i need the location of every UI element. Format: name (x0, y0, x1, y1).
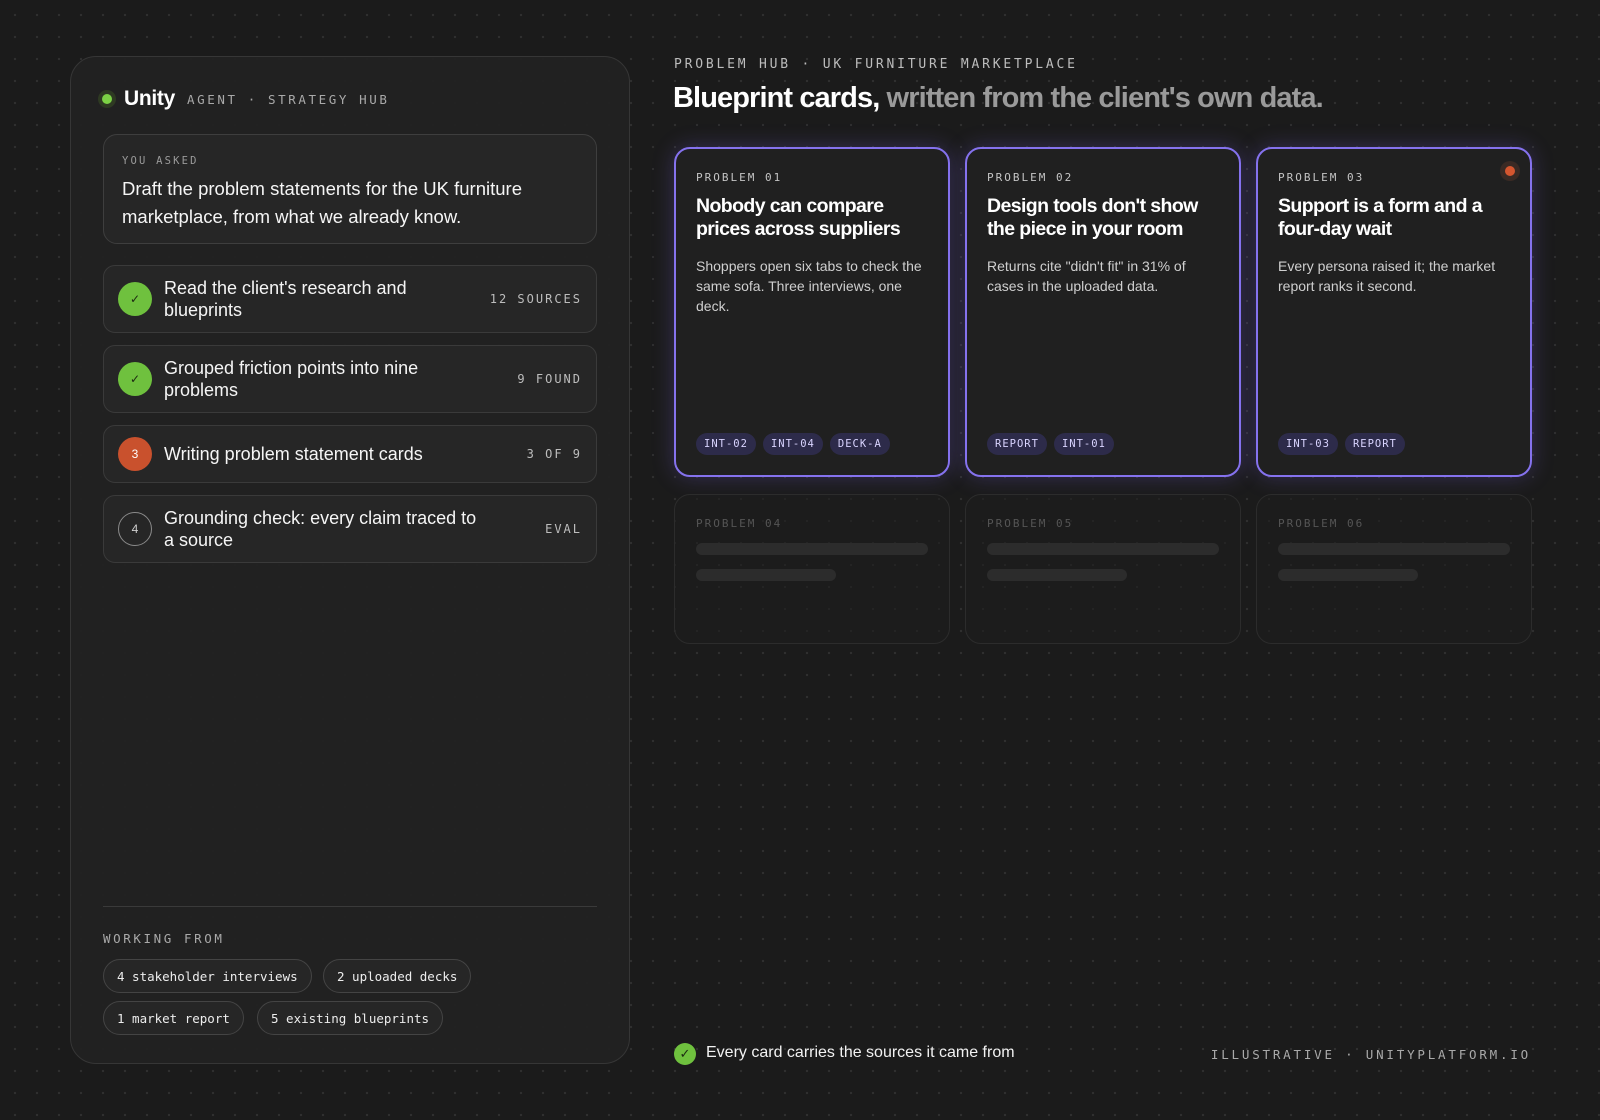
problem-card-placeholder-05: PROBLEM 05 (965, 494, 1241, 644)
problem-card-placeholder-04: PROBLEM 04 (674, 494, 950, 644)
card-title: Nobody can compare prices across supplie… (696, 195, 901, 240)
footer-attribution: ILLUSTRATIVE · UNITYPLATFORM.IO (1210, 1047, 1531, 1062)
source-tag[interactable]: INT-02 (696, 433, 756, 455)
skeleton-line (987, 543, 1219, 555)
problem-card-02[interactable]: PROBLEM 02 Design tools don't show the p… (965, 147, 1241, 477)
source-tag[interactable]: REPORT (987, 433, 1047, 455)
page-eyebrow: PROBLEM HUB · UK FURNITURE MARKETPLACE (674, 57, 1078, 72)
prompt-text: Draft the problem statements for the UK … (122, 178, 522, 227)
page-title-muted: written from the client's own data. (886, 82, 1324, 114)
source-tag[interactable]: REPORT (1344, 433, 1405, 455)
card-label: PROBLEM 04 (696, 517, 783, 530)
step-meta: 9 FOUND (517, 372, 582, 386)
step-meta: 12 SOURCES (489, 292, 582, 306)
card-title: Support is a form and a four-day wait (1278, 195, 1483, 240)
source-tag[interactable]: DECK-A (829, 433, 890, 455)
skeleton-line (987, 569, 1127, 581)
skeleton-line (1278, 543, 1510, 555)
card-label: PROBLEM 03 (1278, 171, 1365, 184)
prompt-card: YOU ASKED Draft the problem statements f… (103, 134, 597, 244)
footer-note: Every card carries the sources it came f… (706, 1044, 1015, 1061)
skeleton-line (696, 543, 928, 555)
source-chip-interviews[interactable]: 4 stakeholder interviews (103, 959, 312, 993)
card-tags: INT-03 REPORT (1278, 433, 1412, 455)
agent-panel: Unity AGENT · STRATEGY HUB YOU ASKED Dra… (70, 56, 630, 1064)
step-meta: EVAL (545, 522, 582, 536)
step-title: Grouped friction points into nine proble… (164, 358, 419, 400)
source-chip-market-report[interactable]: 1 market report (103, 1001, 244, 1035)
step-title: Grounding check: every claim traced to a… (164, 508, 477, 550)
card-body: Returns cite "didn't fit" in 31% of case… (987, 258, 1186, 294)
panel-divider (103, 906, 597, 907)
problem-card-03[interactable]: PROBLEM 03 Support is a form and a four-… (1256, 147, 1532, 477)
working-from-label: WORKING FROM (103, 931, 225, 946)
check-icon: ✓ (118, 282, 152, 316)
step-number-badge: 3 (118, 437, 152, 471)
step-item-writing-cards[interactable]: 3 Writing problem statement cards 3 OF 9 (103, 425, 597, 483)
source-chip-blueprints[interactable]: 5 existing blueprints (257, 1001, 444, 1035)
step-meta: 3 OF 9 (526, 447, 582, 461)
page-title: Blueprint cards, written from the client… (673, 82, 1324, 115)
problem-card-01[interactable]: PROBLEM 01 Nobody can compare prices acr… (674, 147, 950, 477)
brand-name: Unity (124, 87, 176, 110)
skeleton-line (1278, 569, 1418, 581)
check-icon: ✓ (674, 1043, 696, 1065)
card-body: Shoppers open six tabs to check the same… (696, 258, 922, 314)
card-tags: REPORT INT-01 (987, 433, 1121, 455)
source-chip-decks[interactable]: 2 uploaded decks (323, 959, 472, 993)
step-title: Writing problem statement cards (164, 444, 423, 464)
source-tag[interactable]: INT-03 (1278, 433, 1338, 455)
card-label: PROBLEM 05 (987, 517, 1074, 530)
card-tags: INT-02 INT-04 DECK-A (696, 433, 897, 455)
source-tag[interactable]: INT-04 (762, 433, 823, 455)
source-tag[interactable]: INT-01 (1053, 433, 1114, 455)
step-item-group-friction[interactable]: ✓ Grouped friction points into nine prob… (103, 345, 597, 413)
live-status-icon (98, 90, 116, 108)
brand-header: Unity AGENT · STRATEGY HUB (98, 87, 390, 111)
problem-card-placeholder-06: PROBLEM 06 (1256, 494, 1532, 644)
card-label: PROBLEM 01 (696, 171, 783, 184)
step-number-badge: 4 (118, 512, 152, 546)
prompt-label: YOU ASKED (122, 155, 199, 167)
step-item-read-research[interactable]: ✓ Read the client's research and bluepri… (103, 265, 597, 333)
card-body: Every persona raised it; the market repo… (1278, 258, 1496, 294)
brand-subtitle: AGENT · STRATEGY HUB (187, 91, 390, 107)
page-title-strong: Blueprint cards, (673, 82, 880, 114)
flag-dot-icon (1500, 161, 1520, 181)
card-label: PROBLEM 06 (1278, 517, 1365, 530)
card-label: PROBLEM 02 (987, 171, 1074, 184)
step-item-grounding-check[interactable]: 4 Grounding check: every claim traced to… (103, 495, 597, 563)
check-icon: ✓ (118, 362, 152, 396)
card-title: Design tools don't show the piece in you… (987, 195, 1198, 240)
step-title: Read the client's research and blueprint… (164, 278, 407, 320)
skeleton-line (696, 569, 836, 581)
